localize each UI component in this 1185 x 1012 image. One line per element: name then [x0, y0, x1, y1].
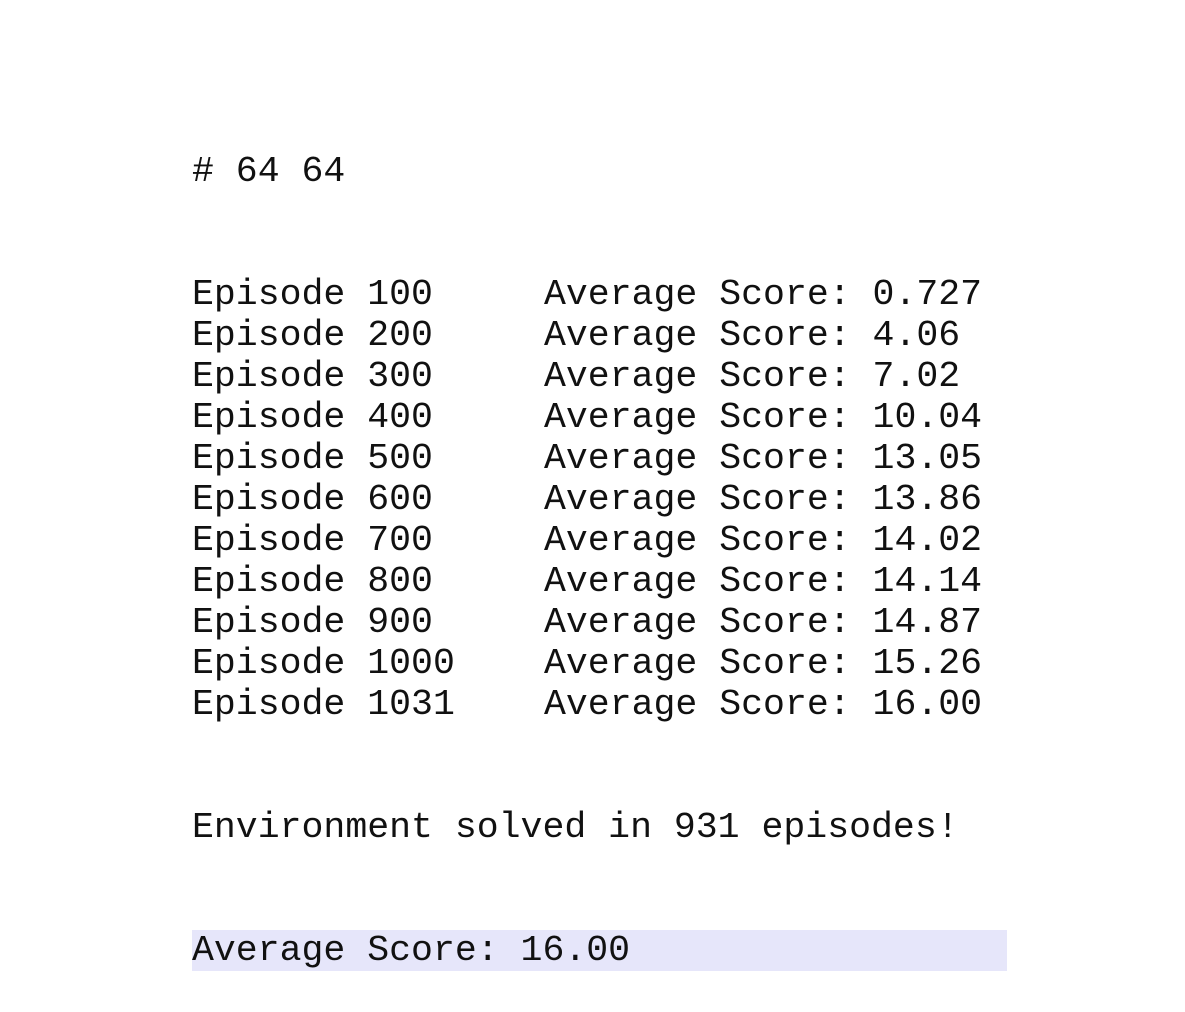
episode-label: Episode 200 — [192, 315, 433, 356]
console-output: # 64 64 Episode 100 Average Score: 0.727 E… — [192, 69, 1007, 1012]
episode-label: Episode 800 — [192, 561, 433, 602]
episode-label: Episode 400 — [192, 397, 433, 438]
average-score-value: Average Score: 10.04 — [544, 397, 983, 438]
episode-row: Episode 1031 Average Score: 16.00 — [192, 684, 1007, 725]
episode-row: Episode 400 Average Score: 10.04 — [192, 397, 1007, 438]
episode-row: Episode 300 Average Score: 7.02 — [192, 356, 1007, 397]
average-score-value: Average Score: 16.00 — [544, 684, 983, 725]
average-score-value: Average Score: 13.86 — [544, 479, 983, 520]
episode-list: Episode 100 Average Score: 0.727 Episode 2… — [192, 274, 1007, 725]
episode-row: Episode 100 Average Score: 0.727 — [192, 274, 1007, 315]
episode-label: Episode 300 — [192, 356, 433, 397]
solved-message: Environment solved in 931 episodes! — [192, 807, 959, 848]
final-average-score[interactable]: Average Score: 16.00 — [192, 930, 1007, 971]
episode-row: Episode 1000 Average Score: 15.26 — [192, 643, 1007, 684]
episode-row: Episode 800 Average Score: 14.14 — [192, 561, 1007, 602]
episode-label: Episode 1031 — [192, 684, 455, 725]
episode-label: Episode 100 — [192, 274, 433, 315]
average-score-value: Average Score: 15.26 — [544, 643, 983, 684]
average-score-value: Average Score: 14.02 — [544, 520, 983, 561]
final-average-score-text: Average Score: 16.00 — [192, 930, 631, 971]
average-score-value: Average Score: 14.87 — [544, 602, 983, 643]
header-line: # 64 64 — [192, 151, 346, 192]
episode-label: Episode 900 — [192, 602, 433, 643]
episode-row: Episode 600 Average Score: 13.86 — [192, 479, 1007, 520]
average-score-value: Average Score: 13.05 — [544, 438, 983, 479]
average-score-value: Average Score: 14.14 — [544, 561, 983, 602]
average-score-value: Average Score: 4.06 — [544, 315, 961, 356]
episode-row: Episode 900 Average Score: 14.87 — [192, 602, 1007, 643]
average-score-value: Average Score: 7.02 — [544, 356, 961, 397]
average-score-value: Average Score: 0.727 — [544, 274, 983, 315]
episode-label: Episode 500 — [192, 438, 433, 479]
episode-label: Episode 1000 — [192, 643, 455, 684]
episode-label: Episode 700 — [192, 520, 433, 561]
episode-label: Episode 600 — [192, 479, 433, 520]
episode-row: Episode 200 Average Score: 4.06 — [192, 315, 1007, 356]
episode-row: Episode 700 Average Score: 14.02 — [192, 520, 1007, 561]
episode-row: Episode 500 Average Score: 13.05 — [192, 438, 1007, 479]
